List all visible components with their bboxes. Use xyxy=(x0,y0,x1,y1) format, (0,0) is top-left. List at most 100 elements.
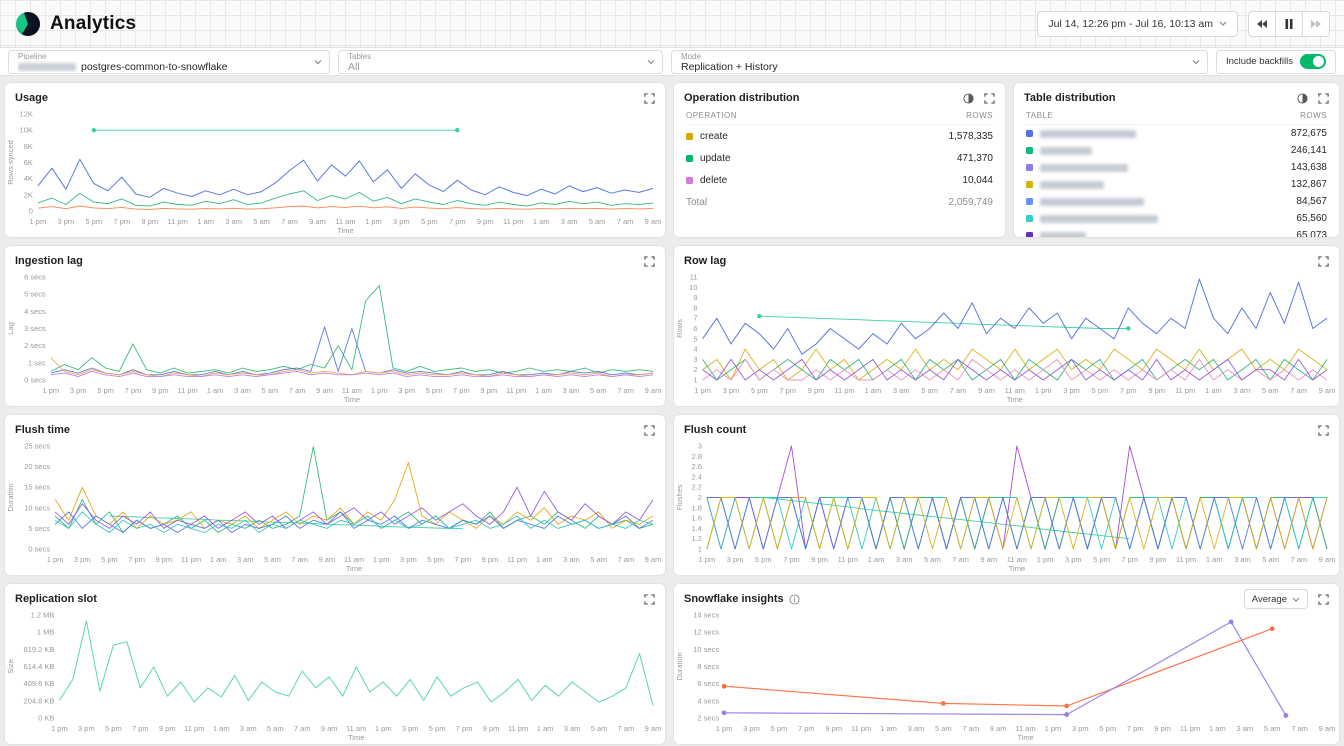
total-row: Total 2,059,749 xyxy=(686,191,993,213)
include-backfills-label: Include backfills xyxy=(1226,56,1293,67)
column-header-rows: ROWS xyxy=(1300,111,1327,120)
tables-select[interactable]: Tables All xyxy=(338,50,663,74)
chart-title-operation-distribution: Operation distribution xyxy=(684,92,800,104)
svg-text:9 pm: 9 pm xyxy=(159,724,176,733)
svg-text:4 secs: 4 secs xyxy=(24,307,46,316)
chart-title-table-distribution: Table distribution xyxy=(1024,92,1115,104)
aggregation-select[interactable]: Average xyxy=(1244,589,1308,609)
page-title: Analytics xyxy=(50,13,136,35)
svg-text:204.8 KB: 204.8 KB xyxy=(24,696,55,705)
expand-icon[interactable] xyxy=(644,256,655,267)
svg-text:9 pm: 9 pm xyxy=(483,724,500,733)
svg-text:11 pm: 11 pm xyxy=(851,724,871,733)
table-distribution-table: TABLE ROWS 872,675246,141143,638132,8678… xyxy=(1014,107,1339,237)
replication-slot-card: Replication slot 0 KB204.8 KB409.6 KB614… xyxy=(4,583,666,745)
flush-count-chart[interactable]: 11.21.41.61.822.22.42.62.83Flushes1 pm3 … xyxy=(674,439,1339,575)
replication-slot-chart[interactable]: 0 KB204.8 KB409.6 KB614.4 KB819.2 KB1 MB… xyxy=(5,608,665,744)
svg-text:10K: 10K xyxy=(20,126,33,135)
usage-chart[interactable]: 02K4K6K8K10K12KRows synced1 pm3 pm5 pm7 … xyxy=(5,107,665,237)
svg-text:9 am: 9 am xyxy=(645,217,662,226)
svg-text:15 secs: 15 secs xyxy=(24,483,50,492)
expand-icon[interactable] xyxy=(644,93,655,104)
svg-text:0 secs: 0 secs xyxy=(24,376,46,385)
row-lag-chart[interactable]: 1234567891011Rows1 pm3 pm5 pm7 pm9 pm11 … xyxy=(674,270,1339,406)
redacted-table-name xyxy=(1040,147,1092,155)
svg-text:9 pm: 9 pm xyxy=(1150,555,1167,564)
svg-text:20 secs: 20 secs xyxy=(24,462,50,471)
expand-icon[interactable] xyxy=(644,425,655,436)
pipeline-select[interactable]: Pipeline postgres-common-to-snowflake xyxy=(8,50,330,74)
svg-text:6 secs: 6 secs xyxy=(24,273,46,282)
svg-text:7 pm: 7 pm xyxy=(456,724,473,733)
series-swatch-icon xyxy=(686,133,693,140)
svg-text:7 am: 7 am xyxy=(617,555,634,564)
svg-text:1 am: 1 am xyxy=(1205,386,1222,395)
svg-text:25 secs: 25 secs xyxy=(24,442,50,451)
rewind-button[interactable] xyxy=(1248,11,1276,37)
svg-text:7 pm: 7 pm xyxy=(128,555,145,564)
svg-text:Duration: Duration xyxy=(6,483,15,511)
row-value: 132,867 xyxy=(1291,179,1327,190)
svg-text:1 pm: 1 pm xyxy=(365,217,382,226)
svg-text:3 am: 3 am xyxy=(561,217,578,226)
expand-icon[interactable] xyxy=(1318,93,1329,104)
svg-text:5 pm: 5 pm xyxy=(427,555,444,564)
expand-icon[interactable] xyxy=(984,93,995,104)
table-row: 143,638 xyxy=(1026,159,1327,176)
include-backfills-toggle[interactable] xyxy=(1300,54,1326,69)
svg-text:1 pm: 1 pm xyxy=(694,386,711,395)
svg-text:3 pm: 3 pm xyxy=(70,386,87,395)
svg-text:3 am: 3 am xyxy=(563,386,580,395)
svg-text:3 pm: 3 pm xyxy=(402,724,419,733)
svg-text:1 am: 1 am xyxy=(197,217,214,226)
row-value: 246,141 xyxy=(1291,145,1327,156)
svg-text:5 pm: 5 pm xyxy=(751,386,768,395)
svg-text:7 am: 7 am xyxy=(618,724,635,733)
svg-text:3 am: 3 am xyxy=(563,555,580,564)
svg-text:3 am: 3 am xyxy=(1234,555,1251,564)
svg-text:7 am: 7 am xyxy=(617,217,634,226)
date-range-picker[interactable]: Jul 14, 12:26 pm - Jul 16, 10:13 am xyxy=(1037,11,1238,37)
svg-text:11 pm: 11 pm xyxy=(184,724,204,733)
svg-text:3 pm: 3 pm xyxy=(78,724,95,733)
svg-text:11 pm: 11 pm xyxy=(507,555,527,564)
svg-text:5 am: 5 am xyxy=(253,217,270,226)
series-swatch-icon xyxy=(1026,215,1033,222)
expand-icon[interactable] xyxy=(1318,256,1329,267)
svg-text:11 am: 11 am xyxy=(335,217,355,226)
operation-distribution-table: OPERATION ROWS create1,578,335update471,… xyxy=(674,107,1005,237)
pipeline-label: Pipeline xyxy=(18,52,307,61)
svg-text:Time: Time xyxy=(348,733,364,742)
expand-icon[interactable] xyxy=(644,594,655,605)
snowflake-insights-chart[interactable]: 2 secs4 secs6 secs8 secs10 secs12 secs14… xyxy=(674,608,1339,744)
svg-text:3 am: 3 am xyxy=(896,555,913,564)
pause-button[interactable] xyxy=(1275,11,1303,37)
redacted-table-name xyxy=(1040,181,1104,189)
flush-time-chart[interactable]: 0 secs5 secs10 secs15 secs20 secs25 secs… xyxy=(5,439,665,575)
svg-text:Flushes: Flushes xyxy=(675,484,684,511)
svg-text:11 pm: 11 pm xyxy=(1175,386,1195,395)
expand-icon[interactable] xyxy=(1318,425,1329,436)
pie-chart-toggle-icon[interactable] xyxy=(1297,93,1308,104)
mode-select[interactable]: Mode Replication + History xyxy=(671,50,1208,74)
series-swatch-icon xyxy=(686,155,693,162)
svg-text:3 pm: 3 pm xyxy=(723,386,740,395)
svg-text:1.2 MB: 1.2 MB xyxy=(31,611,55,620)
ingestion-lag-chart[interactable]: 0 secs1 sec2 secs3 secs4 secs5 secs6 sec… xyxy=(5,270,665,406)
pipeline-value: postgres-common-to-snowflake xyxy=(18,61,307,72)
expand-icon[interactable] xyxy=(1318,594,1329,605)
chart-title-flush-time: Flush time xyxy=(15,424,70,436)
fast-forward-button[interactable] xyxy=(1302,11,1330,37)
operation-distribution-card: Operation distribution OPERATION ROWS cr… xyxy=(673,82,1006,238)
svg-text:9 am: 9 am xyxy=(645,386,662,395)
svg-text:9 am: 9 am xyxy=(1319,386,1336,395)
svg-text:9 am: 9 am xyxy=(980,555,997,564)
svg-text:5 am: 5 am xyxy=(921,386,938,395)
include-backfills-field: Include backfills xyxy=(1216,50,1336,74)
pie-chart-toggle-icon[interactable] xyxy=(963,93,974,104)
svg-text:9 pm: 9 pm xyxy=(141,217,158,226)
series-swatch-icon xyxy=(1026,181,1033,188)
svg-text:2 secs: 2 secs xyxy=(24,341,46,350)
svg-text:7 pm: 7 pm xyxy=(779,386,796,395)
svg-text:2.2: 2.2 xyxy=(691,483,701,492)
